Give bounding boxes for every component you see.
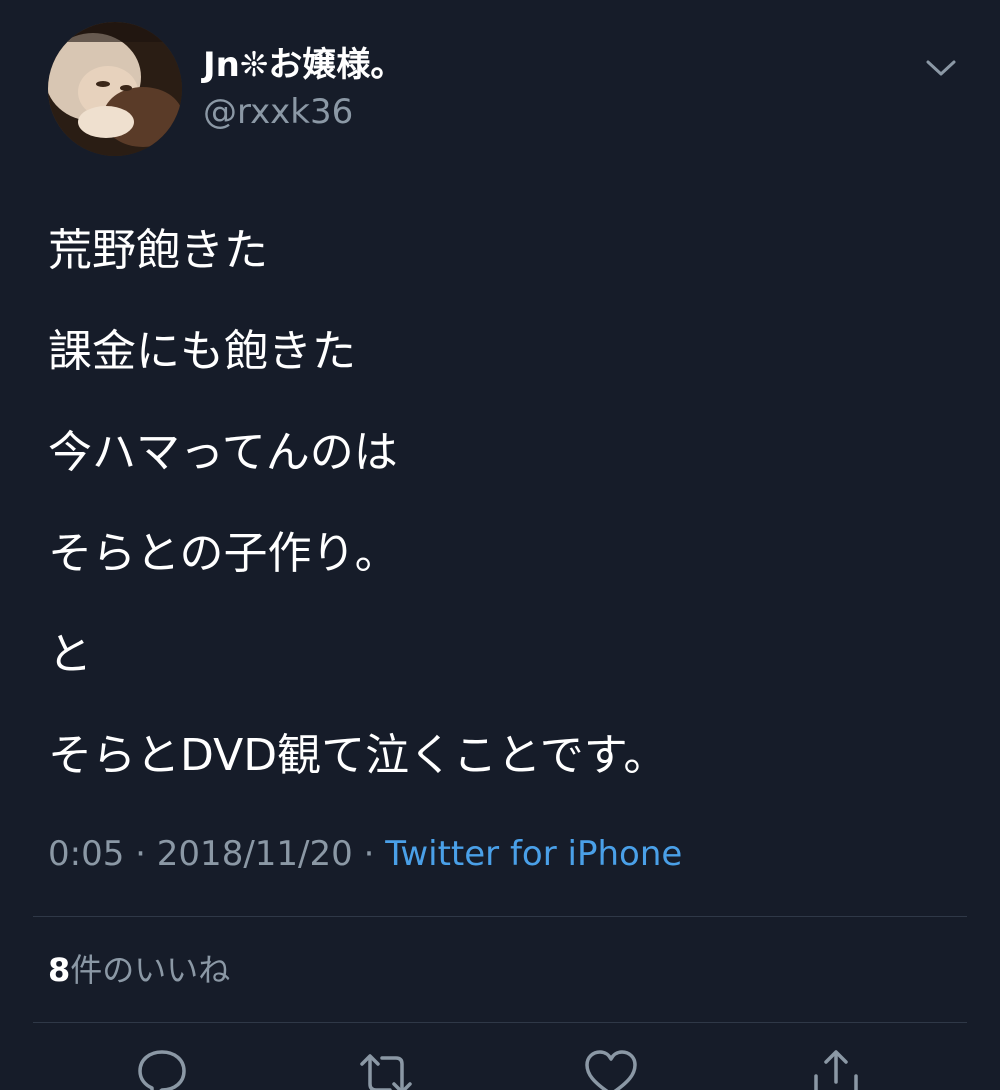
divider	[33, 916, 967, 917]
tweet-meta: 0:05 · 2018/11/20 · Twitter for iPhone	[48, 828, 682, 880]
heart-icon[interactable]	[583, 1046, 639, 1090]
tweet-line: 課金にも飽きた	[48, 326, 356, 377]
tweet-line: 今ハマってんのは	[48, 427, 398, 478]
share-icon[interactable]	[808, 1046, 864, 1090]
tweet-time: 0:05	[48, 834, 125, 874]
chevron-down-icon[interactable]	[922, 52, 960, 82]
user-handle[interactable]: @rxxk36	[203, 88, 353, 136]
tweet-line: と	[48, 629, 92, 680]
display-name[interactable]: Jn❊お嬢様。	[203, 40, 404, 90]
likes-summary[interactable]: 8件のいいね	[48, 946, 230, 994]
likes-count: 8	[48, 951, 71, 989]
tweet-line: そらとDVD観て泣くことです。	[48, 730, 668, 781]
tweet-source-link[interactable]: Twitter for iPhone	[385, 834, 682, 874]
tweet-line: 荒野飽きた	[48, 225, 268, 276]
tweet-text: 荒野飽きた 課金にも飽きた 今ハマってんのは そらとの子作り。 と そらとDVD…	[48, 200, 968, 806]
retweet-icon[interactable]	[358, 1046, 414, 1090]
meta-separator: ·	[124, 834, 157, 874]
likes-label: 件のいいね	[70, 951, 231, 989]
avatar-photo	[48, 22, 182, 156]
divider	[33, 1022, 967, 1023]
meta-separator: ·	[352, 834, 386, 874]
tweet-date: 2018/11/20	[156, 834, 353, 874]
tweet-line: そらとの子作り。	[48, 528, 399, 579]
avatar[interactable]	[48, 22, 182, 156]
reply-icon[interactable]	[134, 1046, 190, 1090]
